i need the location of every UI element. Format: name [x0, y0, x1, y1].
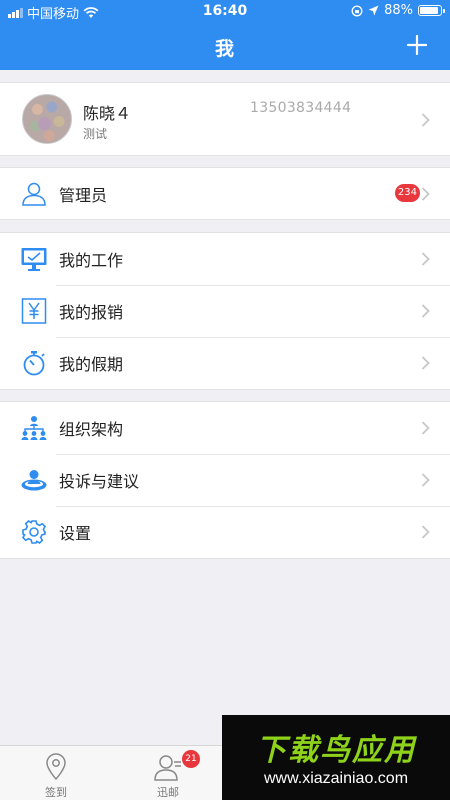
- person-icon: [22, 182, 46, 206]
- admin-section: 管理员 234: [0, 167, 450, 220]
- contacts-icon: [154, 755, 181, 781]
- tab-label: 签到: [45, 786, 67, 799]
- profile-phone: 13503834444: [250, 100, 352, 116]
- org-section: 组织架构 投诉与建议 设置: [0, 401, 450, 559]
- top-bar: 中国移动 16:40 88% 我: [0, 0, 450, 70]
- tab-label: 迅邮: [157, 786, 179, 799]
- menu-item-org-chart[interactable]: 组织架构: [0, 402, 450, 454]
- menu-item-label: 我的报销: [59, 303, 124, 322]
- menu-item-my-leave[interactable]: 我的假期: [0, 337, 450, 389]
- chevron-right-icon: [421, 356, 430, 370]
- admin-row[interactable]: 管理员 234: [0, 168, 450, 220]
- status-bar: 中国移动 16:40 88%: [0, 0, 450, 22]
- menu-item-settings[interactable]: 设置: [0, 506, 450, 558]
- menu-item-label: 我的假期: [59, 355, 124, 374]
- menu-item-my-work[interactable]: 我的工作: [0, 233, 450, 285]
- tab-mail[interactable]: 21 迅邮: [112, 746, 224, 800]
- location-pin-icon: [46, 753, 66, 781]
- chevron-right-icon: [421, 113, 430, 127]
- stopwatch-icon: [23, 351, 45, 376]
- profile-name: 陈晓４: [83, 104, 132, 123]
- chevron-right-icon: [421, 421, 430, 435]
- avatar[interactable]: [22, 94, 72, 144]
- tab-badge: 21: [182, 750, 200, 768]
- location-arrow-icon: [368, 5, 379, 16]
- rotation-lock-icon: [351, 5, 363, 16]
- menu-item-label: 组织架构: [59, 420, 124, 439]
- admin-badge: 234: [394, 184, 420, 202]
- menu-item-label: 设置: [59, 524, 92, 543]
- status-right: 88%: [351, 3, 445, 18]
- page-title: 我: [214, 38, 235, 60]
- menu-item-label: 我的工作: [59, 251, 124, 270]
- gear-icon: [22, 520, 46, 544]
- menu-item-feedback[interactable]: 投诉与建议: [0, 454, 450, 506]
- watermark-url: www.xiazainiao.com: [263, 770, 409, 787]
- feedback-icon: [21, 470, 47, 491]
- tab-check-in[interactable]: 签到: [0, 746, 112, 800]
- battery-icon: [418, 5, 445, 16]
- chevron-right-icon: [421, 304, 430, 318]
- chevron-right-icon: [421, 187, 430, 201]
- chevron-right-icon: [421, 473, 430, 487]
- plus-icon[interactable]: [406, 34, 428, 56]
- menu-item-label: 投诉与建议: [59, 472, 140, 491]
- watermark-logo: 下载鸟应用 www.xiazainiao.com: [222, 715, 450, 800]
- chevron-right-icon: [421, 525, 430, 539]
- admin-label: 管理员: [59, 186, 108, 205]
- org-chart-icon: [21, 416, 47, 440]
- menu-item-my-expense[interactable]: 我的报销: [0, 285, 450, 337]
- chevron-right-icon: [421, 252, 430, 266]
- profile-subtitle: 测试: [83, 127, 108, 141]
- watermark-title: 下载鸟应用: [256, 733, 416, 768]
- battery-percent: 88%: [384, 3, 413, 18]
- profile-card[interactable]: 陈晓４ 测试 13503834444: [0, 82, 450, 156]
- work-section: 我的工作 我的报销 我的假期: [0, 232, 450, 390]
- monitor-icon: [21, 248, 47, 271]
- yen-icon: [21, 298, 47, 324]
